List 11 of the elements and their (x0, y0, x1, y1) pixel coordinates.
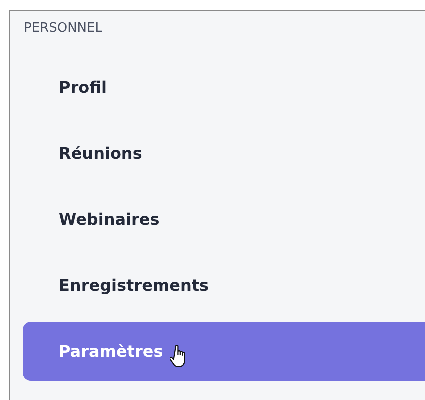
item-label: Paramètres (59, 342, 164, 361)
item-label: Webinaires (59, 210, 160, 229)
sidebar-item[interactable]: Paramètres (23, 322, 425, 381)
sidebar-item[interactable]: Enregistrements (23, 256, 425, 315)
sidebar-item[interactable]: Webinaires (23, 190, 425, 249)
sidebar-item[interactable]: Réunions (23, 124, 425, 183)
item-label: Réunions (59, 144, 142, 163)
item-label: Enregistrements (59, 276, 209, 295)
sidebar-item[interactable]: Profil (23, 58, 425, 117)
section-heading: PERSONNEL (24, 20, 104, 38)
item-label: Profil (59, 78, 107, 97)
